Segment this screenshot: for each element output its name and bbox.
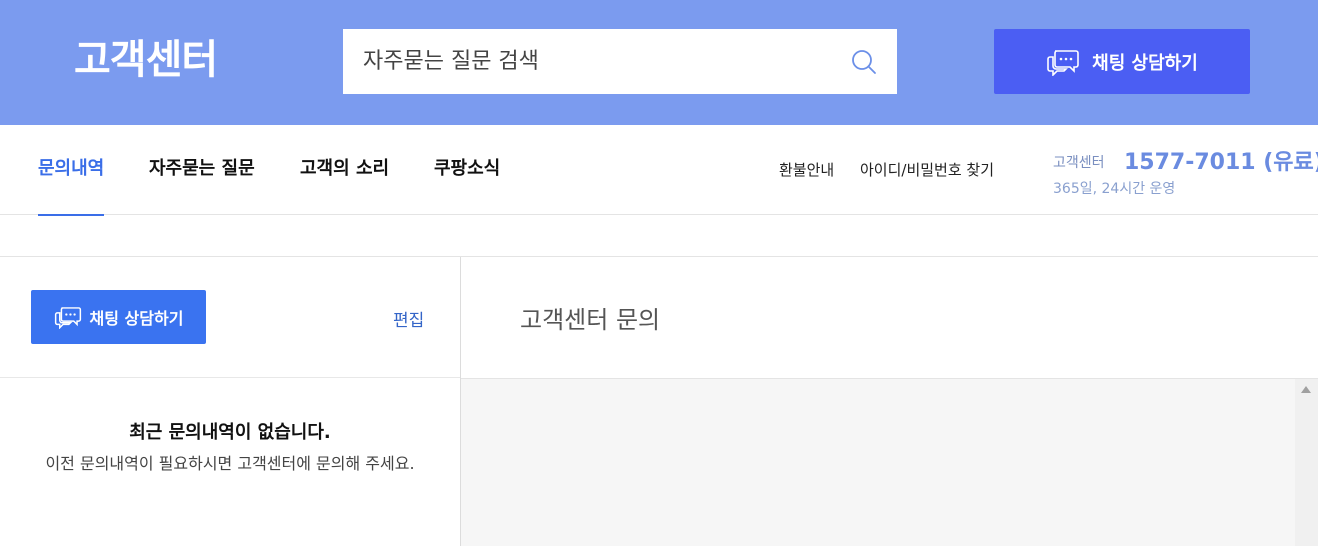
tab-faq[interactable]: 자주묻는 질문 <box>149 125 255 215</box>
sidebar-chat-label: 채팅 상담하기 <box>89 309 184 328</box>
tab-coupang-news[interactable]: 쿠팡소식 <box>434 125 500 215</box>
refund-guide-link[interactable]: 환불안내 <box>779 125 834 215</box>
tab-customer-voice[interactable]: 고객의 소리 <box>300 125 389 215</box>
empty-state-title: 최근 문의내역이 없습니다. <box>129 422 331 443</box>
empty-state-description: 이전 문의내역이 필요하시면 고객센터에 문의해 주세요. <box>45 454 415 473</box>
main-nav: 문의내역 자주묻는 질문 고객의 소리 쿠팡소식 환불안내 아이디/비밀번호 찾… <box>0 125 1318 216</box>
chat-bubble-icon <box>54 307 81 329</box>
sidebar-chat-button[interactable]: 채팅 상담하기 <box>31 290 206 344</box>
scroll-up-arrow-icon[interactable] <box>1301 386 1311 393</box>
search-icon[interactable] <box>851 49 877 75</box>
header-bar: 고객센터 채팅 상담하기 <box>0 0 1318 125</box>
customer-center-hours: 365일, 24시간 운영 <box>1053 181 1176 197</box>
logo[interactable]: 고객센터 <box>74 33 218 87</box>
sidebar-divider <box>0 377 460 378</box>
tab-inquiry-history[interactable]: 문의내역 <box>38 125 105 216</box>
header-chat-label: 채팅 상담하기 <box>1092 52 1198 74</box>
customer-center-label: 고객센터 <box>1053 155 1105 171</box>
search-box[interactable] <box>343 29 897 94</box>
edit-button[interactable]: 편집 <box>393 306 424 331</box>
page-title: 고객센터 문의 <box>520 306 661 334</box>
inquiry-content-area[interactable] <box>461 379 1295 546</box>
find-id-password-link[interactable]: 아이디/비밀번호 찾기 <box>860 125 994 215</box>
search-input[interactable] <box>363 29 843 94</box>
header-chat-button[interactable]: 채팅 상담하기 <box>994 29 1250 94</box>
customer-center-phone: 1577-7011 (유료) <box>1124 150 1318 175</box>
chat-bubble-icon <box>1047 49 1079 76</box>
scrollbar[interactable] <box>1295 379 1318 546</box>
